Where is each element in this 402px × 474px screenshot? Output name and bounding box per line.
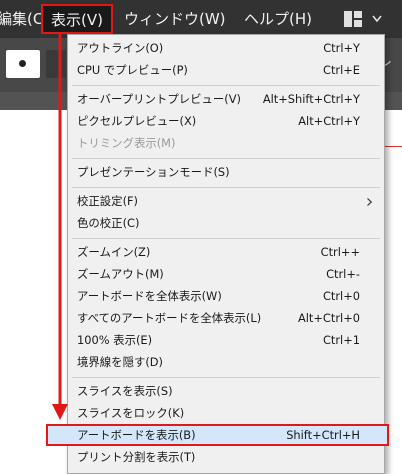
menu-item-presentation-mode[interactable]: プレゼンテーションモード(S) xyxy=(68,162,384,183)
menu-item-label: スライスを表示(S) xyxy=(77,384,173,398)
menu-item-shortcut: Ctrl+- xyxy=(326,267,360,281)
chevron-down-icon xyxy=(372,15,382,23)
menu-item-fit-all[interactable]: すべてのアートボードを全体表示(L) Alt+Ctrl+0 xyxy=(68,308,384,329)
menu-item-label: オーバープリントプレビュー(V) xyxy=(77,92,241,106)
menu-window[interactable]: ウィンドウ(W) xyxy=(124,0,226,38)
menu-item-label: CPU でプレビュー(P) xyxy=(77,63,188,77)
menu-help[interactable]: ヘルプ(H) xyxy=(244,0,312,38)
menu-item-label: プレゼンテーションモード(S) xyxy=(77,165,230,179)
menu-item-shortcut: Ctrl+Y xyxy=(323,41,360,55)
workspace-layout-icon xyxy=(344,11,362,27)
menu-item-shortcut: Alt+Ctrl+Y xyxy=(298,114,360,128)
menu-item-shortcut: Ctrl+1 xyxy=(322,333,360,347)
menu-separator xyxy=(72,238,380,239)
menu-item-proof-setup[interactable]: 校正設定(F) xyxy=(68,191,384,212)
menu-item-trim-view: トリミング表示(M) xyxy=(68,133,384,154)
menu-separator xyxy=(72,187,380,188)
menu-item-label: ピクセルプレビュー(X) xyxy=(77,114,197,128)
menu-item-label: アウトライン(O) xyxy=(77,41,164,55)
menu-item-label: すべてのアートボードを全体表示(L) xyxy=(77,311,262,325)
fill-swatch[interactable] xyxy=(6,50,40,78)
menu-item-label: 境界線を隠す(D) xyxy=(77,355,164,369)
menu-item-show-slices[interactable]: スライスを表示(S) xyxy=(68,381,384,402)
menu-item-shortcut: Ctrl+0 xyxy=(322,289,360,303)
menu-item-lock-slices[interactable]: スライスをロック(K) xyxy=(68,403,384,424)
menu-item-proof-colors[interactable]: 色の校正(C) xyxy=(68,213,384,234)
menu-separator xyxy=(72,85,380,86)
workspace-switcher[interactable] xyxy=(344,9,396,29)
chevron-right-icon xyxy=(367,198,372,206)
stroke-dot-icon xyxy=(19,60,26,67)
control-field[interactable] xyxy=(46,50,66,78)
menu-item-label: アートボードを全体表示(W) xyxy=(77,289,222,303)
artboard-edge xyxy=(385,146,402,147)
menu-item-fit-artboard[interactable]: アートボードを全体表示(W) Ctrl+0 xyxy=(68,286,384,307)
menu-item-shortcut: Alt+Ctrl+0 xyxy=(297,311,360,325)
menu-item-cpu-preview[interactable]: CPU でプレビュー(P) Ctrl+E xyxy=(68,60,384,81)
menu-item-show-artboards[interactable]: アートボードを表示(B) Shift+Ctrl+H xyxy=(46,424,389,446)
menu-item-shortcut: Alt+Shift+Ctrl+Y xyxy=(262,92,360,106)
menu-item-zoom-out[interactable]: ズームアウト(M) Ctrl+- xyxy=(68,264,384,285)
menu-item-label: トリミング表示(M) xyxy=(77,136,176,150)
menu-item-actual-size[interactable]: 100% 表示(E) Ctrl+1 xyxy=(68,330,384,351)
menu-item-shortcut: Shift+Ctrl+H xyxy=(286,428,360,442)
menu-item-label: ズームイン(Z) xyxy=(77,245,151,259)
menu-item-pixel-preview[interactable]: ピクセルプレビュー(X) Alt+Ctrl+Y xyxy=(68,111,384,132)
menu-separator xyxy=(72,158,380,159)
menu-item-label: 色の校正(C) xyxy=(77,216,140,230)
menu-bar: 編集(C) 表示(V) ウィンドウ(W) ヘルプ(H) xyxy=(0,0,402,38)
menu-item-label: ズームアウト(M) xyxy=(77,267,164,281)
menu-item-label: アートボードを表示(B) xyxy=(77,428,196,442)
menu-item-outline[interactable]: アウトライン(O) Ctrl+Y xyxy=(68,38,384,59)
menu-item-hide-edges[interactable]: 境界線を隠す(D) xyxy=(68,352,384,373)
menu-item-overprint-preview[interactable]: オーバープリントプレビュー(V) Alt+Shift+Ctrl+Y xyxy=(68,89,384,110)
menu-item-shortcut: Ctrl+E xyxy=(322,63,360,77)
menu-item-zoom-in[interactable]: ズームイン(Z) Ctrl++ xyxy=(68,242,384,263)
menu-item-label: スライスをロック(K) xyxy=(77,406,185,420)
menu-view[interactable]: 表示(V) xyxy=(41,4,113,34)
menu-item-label: 100% 表示(E) xyxy=(77,333,153,347)
menu-item-shortcut: Ctrl++ xyxy=(320,245,360,259)
menu-item-label: 校正設定(F) xyxy=(77,194,139,208)
menu-separator xyxy=(72,377,380,378)
view-menu-dropdown: アウトライン(O) Ctrl+Y CPU でプレビュー(P) Ctrl+E オー… xyxy=(46,34,389,474)
